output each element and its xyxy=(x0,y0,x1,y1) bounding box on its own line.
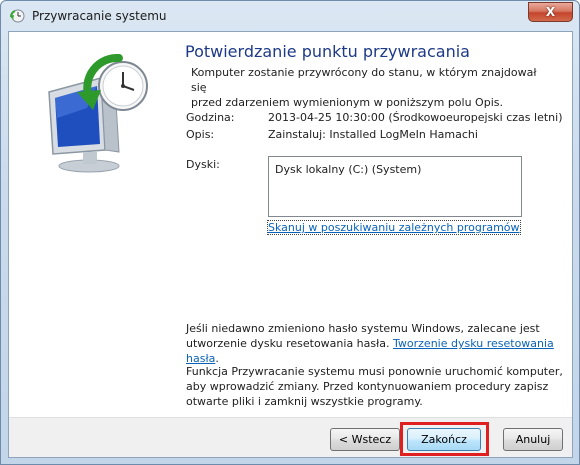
wizard-content: Potwierdzanie punktu przywracania Komput… xyxy=(8,31,573,458)
disks-list[interactable]: Dysk lokalny (C:) (System) xyxy=(268,156,522,217)
description-label: Opis: xyxy=(186,128,215,141)
password-note: Jeśli niedawno zmieniono hasło systemu W… xyxy=(186,321,566,366)
list-item[interactable]: Dysk lokalny (C:) (System) xyxy=(275,163,421,176)
scan-link-container: Skanuj w poszukiwaniu zależnych programó… xyxy=(267,220,521,235)
page-title: Potwierdzanie punktu przywracania xyxy=(185,42,470,61)
title-bar[interactable]: Przywracanie systemu X xyxy=(1,1,579,31)
disks-label: Dyski: xyxy=(186,158,220,171)
close-button[interactable]: X xyxy=(528,2,573,22)
time-label: Godzina: xyxy=(186,111,235,124)
back-button[interactable]: < Wstecz xyxy=(330,428,400,451)
time-value: 2013-04-25 10:30:00 (Środkowoeuropejski … xyxy=(268,111,563,124)
highlight-frame xyxy=(400,422,489,456)
description-value: Zainstaluj: Installed LogMeIn Hamachi xyxy=(268,128,478,141)
window-title: Przywracanie systemu xyxy=(32,9,167,23)
intro-text: Komputer zostanie przywrócony do stanu, … xyxy=(191,66,537,109)
system-restore-icon xyxy=(10,9,25,23)
cancel-button[interactable]: Anuluj xyxy=(503,428,563,451)
system-restore-window: Przywracanie systemu X Potwierdzanie pun… xyxy=(0,0,580,465)
restart-note: Funkcja Przywracanie systemu musi ponown… xyxy=(186,365,563,408)
scan-dependent-programs-link[interactable]: Skanuj w poszukiwaniu zależnych programó… xyxy=(267,220,521,235)
button-bar: < Wstecz Zakończ Anuluj xyxy=(9,417,572,457)
system-restore-large-icon xyxy=(48,53,148,173)
